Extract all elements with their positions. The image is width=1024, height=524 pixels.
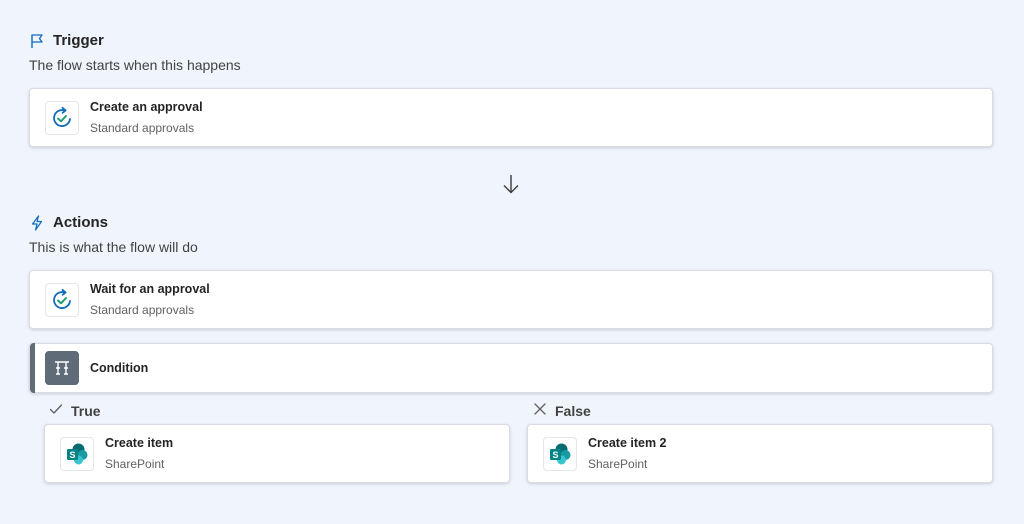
svg-text:S: S	[552, 450, 558, 460]
condition-card[interactable]: Condition	[29, 343, 993, 393]
flag-icon	[29, 33, 45, 49]
card-subtitle: Standard approvals	[90, 303, 195, 317]
arrow-down-icon	[501, 173, 521, 200]
sharepoint-icon: S	[60, 436, 94, 471]
actions-subheading: This is what the flow will do	[29, 239, 198, 255]
card-title: Wait for an approval	[90, 282, 210, 296]
card-subtitle: SharePoint	[588, 457, 648, 471]
approval-icon	[45, 282, 79, 317]
false-branch-label[interactable]: False	[533, 402, 591, 419]
false-label: False	[555, 402, 591, 419]
trigger-heading-label: Trigger	[53, 32, 104, 49]
card-subtitle: Standard approvals	[90, 121, 195, 135]
create-item-2-card[interactable]: S Create item 2 SharePoint	[527, 424, 993, 483]
card-title: Create item	[105, 436, 174, 450]
condition-icon	[45, 351, 79, 385]
svg-text:S: S	[69, 450, 75, 460]
wait-for-approval-card[interactable]: Wait for an approval Standard approvals	[29, 270, 993, 329]
sharepoint-icon: S	[543, 436, 577, 471]
trigger-heading: Trigger	[29, 32, 104, 49]
condition-title: Condition	[90, 361, 149, 375]
checkmark-icon	[49, 402, 63, 419]
create-item-card[interactable]: S Create item SharePoint	[44, 424, 510, 483]
condition-accent-bar	[30, 343, 35, 393]
actions-heading-label: Actions	[53, 214, 109, 231]
trigger-subheading: The flow starts when this happens	[29, 57, 241, 73]
create-approval-card[interactable]: Create an approval Standard approvals	[29, 88, 993, 147]
approval-icon	[45, 100, 79, 135]
lightning-icon	[29, 214, 45, 231]
card-subtitle: SharePoint	[105, 457, 165, 471]
true-branch-label[interactable]: True	[49, 402, 101, 419]
close-icon	[533, 402, 547, 419]
card-title: Create an approval	[90, 100, 203, 114]
true-label: True	[71, 402, 101, 419]
card-title: Create item 2	[588, 436, 667, 450]
actions-heading: Actions	[29, 214, 108, 231]
